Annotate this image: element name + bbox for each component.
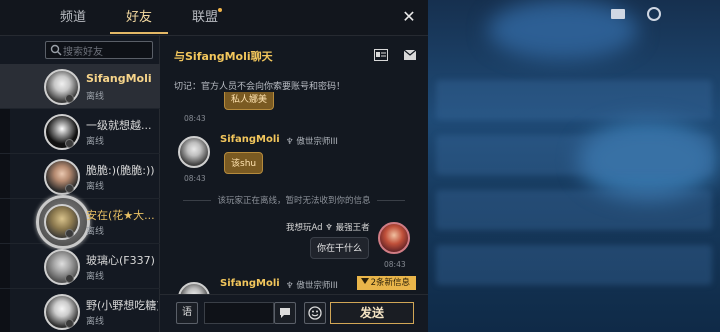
emoji-icon: [308, 306, 322, 320]
offline-system-message: 该玩家正在离线，暂时无法收到你的信息: [160, 194, 428, 206]
friend-list-item[interactable]: 安在(花★大... 离线: [0, 195, 160, 249]
my-avatar[interactable]: [378, 222, 410, 254]
send-button[interactable]: 发送: [330, 302, 414, 324]
sender-name: SifangMoli: [220, 134, 280, 145]
sender-name: SifangMoli: [220, 278, 280, 289]
settings-icon[interactable]: [646, 6, 662, 22]
tab-bar: 频道 好友 联盟 ✕: [0, 0, 428, 36]
voice-button[interactable]: 语: [176, 302, 198, 324]
chat-title: 与SifangMoli聊天: [174, 50, 273, 63]
friend-status: 离线: [86, 182, 105, 192]
search-icon: [50, 44, 62, 56]
chat-header: 与SifangMoli聊天: [160, 36, 428, 74]
offline-status-icon: [65, 184, 74, 193]
tab-friends[interactable]: 好友: [104, 0, 174, 36]
friend-list-item[interactable]: SifangMoli 离线: [0, 64, 160, 109]
offline-status-icon: [65, 274, 74, 283]
avatar: [44, 159, 80, 195]
friend-list-item[interactable]: 玻璃心(F337) 离线: [0, 244, 160, 289]
close-icon[interactable]: ✕: [400, 8, 418, 26]
chat-panel: 频道 好友 联盟 ✕ 搜索好友 SifangMoli 离线 一级就想越... 离线 脆脆…: [0, 0, 428, 332]
friend-status: 离线: [86, 317, 105, 327]
friend-list-item[interactable]: 一级就想越... 离线: [0, 109, 160, 154]
search-placeholder: 搜索好友: [63, 47, 103, 58]
offline-status-icon: [65, 139, 74, 148]
rank-icon: ♆: [286, 137, 294, 147]
alliance-dot-icon: [218, 8, 222, 12]
chat-window: 与SifangMoli聊天 切记：官方人员不会向你索要账号和密码！ 私人娜美 0…: [160, 36, 428, 332]
rank-icon: ♆: [325, 223, 333, 233]
rank-label: 傲世宗师III: [296, 137, 338, 147]
avatar[interactable]: [178, 136, 210, 168]
avatar: [44, 294, 80, 330]
friend-name: 安在(花★大...: [86, 209, 155, 222]
rank-icon: ♆: [286, 281, 294, 291]
message-bubble: 你在干什么: [310, 237, 370, 259]
search-input[interactable]: 搜索好友: [45, 41, 153, 59]
sender-rank: ♆ 傲世宗师III: [286, 135, 338, 147]
mail-icon[interactable]: [610, 6, 626, 22]
tab-channel[interactable]: 频道: [38, 0, 108, 36]
offline-status-icon: [65, 319, 74, 328]
profile-card-icon[interactable]: [374, 49, 388, 61]
friend-status: 离线: [86, 92, 105, 102]
sender-rank: ♆ 傲世宗师III: [286, 279, 338, 291]
sender-name: 我想玩Ad ♆ 最强王者: [286, 221, 370, 233]
friend-list: SifangMoli 离线 一级就想越... 离线 脆脆:)(脆脆:)) 离线 安在(花★大…: [0, 64, 160, 332]
friend-list-panel: 搜索好友 SifangMoli 离线 一级就想越... 离线 脆脆:)(脆脆:)) 离线安…: [0, 36, 160, 332]
rank-label: 傲世宗师III: [296, 281, 338, 291]
friend-list-item[interactable]: 野(小野想吃糖) 离线: [0, 289, 160, 332]
avatar: [44, 249, 80, 285]
security-notice: 切记：官方人员不会向你索要账号和密码！: [174, 82, 346, 92]
message-bubble: 该shu: [224, 152, 264, 174]
mail-envelope-icon[interactable]: [403, 49, 417, 61]
quick-phrase-button[interactable]: [274, 302, 296, 324]
new-messages-label: 2条新信息: [370, 278, 410, 288]
new-messages-badge[interactable]: 2条新信息: [356, 276, 416, 290]
my-name: 我想玩Ad: [286, 223, 323, 233]
friend-status: 离线: [86, 227, 105, 237]
friend-status: 离线: [86, 137, 105, 147]
message-input[interactable]: [204, 302, 274, 324]
friend-name: 玻璃心(F337): [86, 254, 155, 267]
message-time: 08:43: [184, 114, 206, 123]
rank-label: 最强王者: [335, 223, 370, 233]
friend-name: 野(小野想吃糖): [86, 299, 158, 312]
chat-bubble-icon: [280, 308, 290, 318]
input-bar: 语 发送: [160, 294, 428, 332]
avatar: [44, 69, 80, 105]
message-time: 08:43: [384, 260, 406, 269]
tab-alliance[interactable]: 联盟: [170, 0, 240, 36]
avatar: [44, 114, 80, 150]
down-arrow-icon: [360, 278, 369, 284]
friend-name: 一级就想越...: [86, 119, 152, 132]
message-time: 08:43: [184, 174, 206, 183]
voice-label: 语: [182, 307, 192, 318]
friend-list-item[interactable]: 脆脆:)(脆脆:)) 离线: [0, 154, 160, 199]
friend-name: 脆脆:)(脆脆:)): [86, 164, 155, 177]
avatar: [44, 204, 80, 240]
emoji-button[interactable]: [304, 302, 326, 324]
friend-status: 离线: [86, 272, 105, 282]
offline-status-icon: [65, 94, 74, 103]
message-area: 私人娜美 08:43 SifangMoli ♆ 傲世宗师III 该shu 08:…: [160, 92, 428, 302]
message-bubble: 私人娜美: [224, 92, 275, 110]
game-background: [428, 0, 720, 332]
friend-name: SifangMoli: [86, 72, 152, 85]
offline-status-icon: [65, 229, 74, 238]
